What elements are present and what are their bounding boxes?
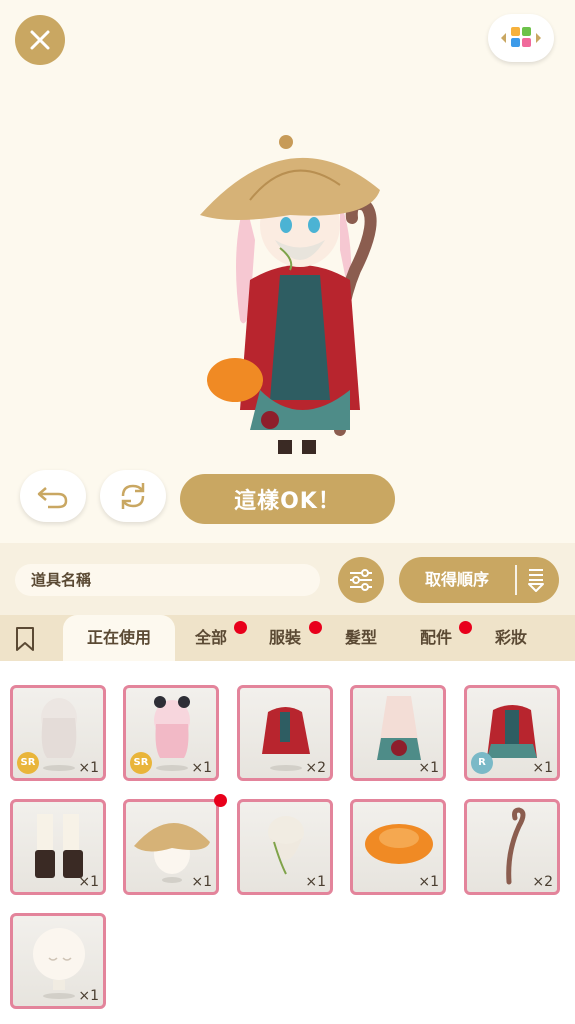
filter-button[interactable] bbox=[338, 557, 384, 603]
item-quantity: ×1 bbox=[78, 760, 99, 776]
item-quantity: ×1 bbox=[418, 760, 439, 776]
rotate-icon bbox=[121, 483, 145, 509]
bookmark-icon[interactable] bbox=[14, 626, 36, 652]
item-quantity: ×1 bbox=[191, 760, 212, 776]
close-button[interactable] bbox=[15, 15, 65, 65]
item-name-search-field[interactable]: 道具名稱 bbox=[15, 564, 320, 596]
item-quantity: ×2 bbox=[532, 874, 553, 890]
display-toggle-button[interactable] bbox=[488, 14, 554, 62]
tab-in-use[interactable]: 正在使用 bbox=[63, 615, 175, 661]
item-quantity: ×1 bbox=[78, 988, 99, 1004]
rarity-badge: SR bbox=[130, 752, 152, 774]
item-quantity: ×1 bbox=[305, 874, 326, 890]
rotate-button[interactable] bbox=[100, 470, 166, 522]
item-quantity: ×1 bbox=[532, 760, 553, 776]
item-card[interactable]: ×1 bbox=[350, 685, 446, 781]
tab-accessories[interactable]: 配件 bbox=[420, 615, 452, 661]
item-card[interactable]: ×2 bbox=[237, 685, 333, 781]
tab-clothing[interactable]: 服裝 bbox=[269, 615, 301, 661]
tab-hairstyle[interactable]: 髮型 bbox=[345, 615, 377, 661]
confirm-button[interactable]: 這樣OK！ bbox=[180, 474, 395, 524]
item-quantity: ×1 bbox=[78, 874, 99, 890]
divider bbox=[515, 565, 517, 595]
item-card[interactable]: SR ×1 bbox=[123, 685, 219, 781]
new-indicator-dot bbox=[214, 794, 227, 807]
item-quantity: ×1 bbox=[191, 874, 212, 890]
item-card[interactable]: ×2 bbox=[464, 799, 560, 895]
sort-list-icon bbox=[528, 569, 544, 592]
item-card[interactable]: ×1 bbox=[237, 799, 333, 895]
item-card[interactable]: SR ×1 bbox=[10, 685, 106, 781]
tab-makeup[interactable]: 彩妝 bbox=[495, 615, 527, 661]
tab-all[interactable]: 全部 bbox=[195, 615, 227, 661]
close-icon bbox=[30, 30, 50, 50]
rarity-badge: R bbox=[471, 752, 493, 774]
undo-icon bbox=[37, 487, 68, 509]
item-card[interactable]: ×1 bbox=[123, 799, 219, 895]
rarity-badge: SR bbox=[17, 752, 39, 774]
sort-order-label: 取得順序 bbox=[424, 570, 489, 589]
sliders-icon bbox=[350, 569, 372, 591]
item-card[interactable]: ×1 bbox=[10, 799, 106, 895]
undo-button[interactable] bbox=[20, 470, 86, 522]
item-card[interactable]: ×1 bbox=[10, 913, 106, 1009]
item-card[interactable]: R ×1 bbox=[464, 685, 560, 781]
avatar-preview bbox=[190, 130, 420, 460]
item-quantity: ×1 bbox=[418, 874, 439, 890]
item-quantity: ×2 bbox=[305, 760, 326, 776]
item-card[interactable]: ×1 bbox=[350, 799, 446, 895]
avatar-stage: 這樣OK！ bbox=[0, 0, 575, 543]
new-indicator-dot bbox=[234, 621, 247, 634]
grid-swap-icon bbox=[501, 27, 541, 47]
new-indicator-dot bbox=[309, 621, 322, 634]
new-indicator-dot bbox=[459, 621, 472, 634]
item-grid: SR ×1 SR ×1 ×2 ×1 R ×1 ×1 ×1 ×1 ×1 ×2 ×1 bbox=[0, 661, 575, 1024]
sort-order-button[interactable]: 取得順序 bbox=[399, 557, 559, 603]
